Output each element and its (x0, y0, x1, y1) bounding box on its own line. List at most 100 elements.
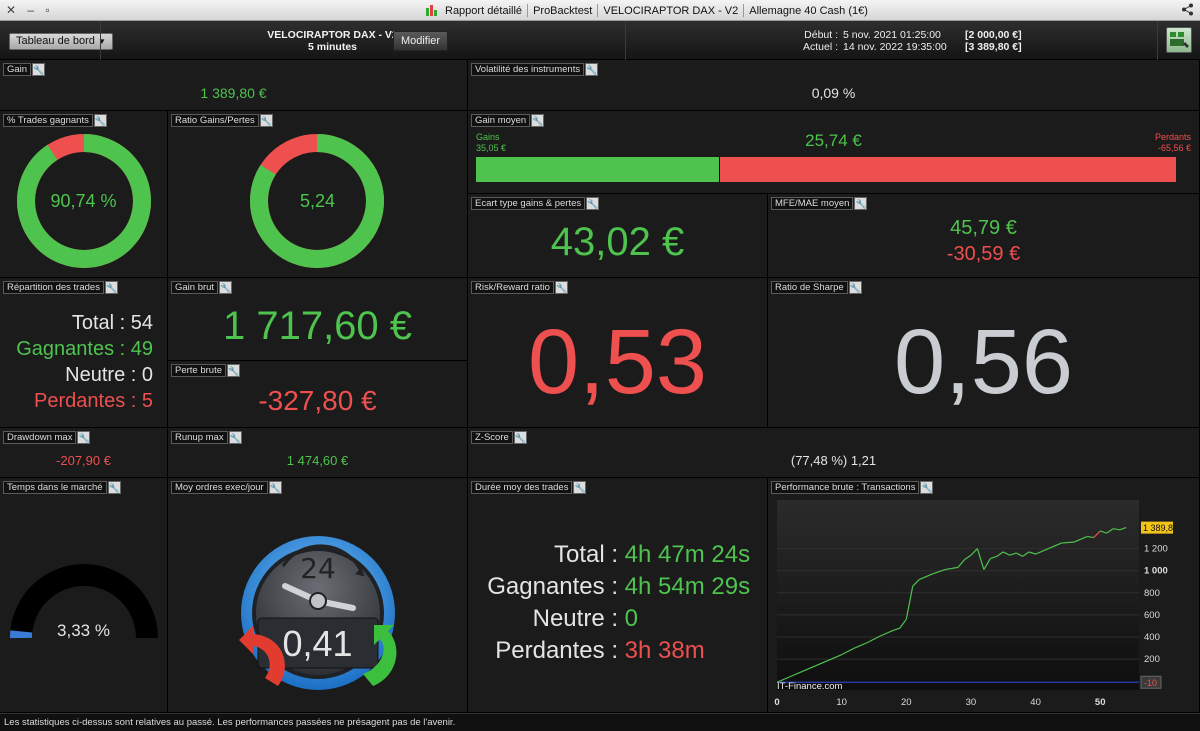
stat-label: Neutre : (532, 605, 618, 632)
wrench-icon[interactable]: 🔧 (259, 114, 273, 127)
wrench-icon[interactable]: 🔧 (268, 481, 282, 494)
wrench-icon[interactable]: 🔧 (573, 481, 587, 494)
wrench-icon[interactable]: 🔧 (104, 281, 118, 294)
panel-header: % Trades gagnants 🔧 (3, 114, 107, 127)
disclaimer-footer: Les statistiques ci-dessus sont relative… (0, 713, 1200, 731)
panel-title: Gain (3, 63, 32, 76)
panel-title: Volatilité des instruments (471, 63, 585, 76)
dashboard-config-icon[interactable] (1166, 27, 1192, 53)
divider (100, 21, 101, 60)
performance-chart[interactable]: 200 400 600 800 1 000 1 200 0 10 20 30 40 50 1 389,8… (768, 478, 1200, 713)
drawdown-panel: Drawdown max 🔧 -207,90 € (0, 428, 168, 478)
modify-button[interactable]: Modifier (393, 31, 448, 51)
panel-title: Drawdown max (3, 431, 77, 444)
stat-label: Gagnantes : (16, 338, 126, 360)
candlestick-icon (425, 4, 439, 17)
panel-header: Volatilité des instruments 🔧 (471, 63, 599, 76)
start-capital: [2 000,00 €] (965, 29, 1022, 41)
wrench-icon[interactable]: 🔧 (854, 197, 868, 210)
report-link[interactable]: Rapport détaillé (445, 5, 522, 17)
share-icon[interactable] (1181, 3, 1194, 19)
dashboard-dropdown[interactable]: Tableau de bord ▼ (9, 33, 113, 50)
y-tick-label: 400 (1144, 632, 1160, 643)
strategy-title: VELOCIRAPTOR DAX - V2 (603, 4, 739, 17)
current-date: 14 nov. 2022 19:35:00 (843, 41, 947, 53)
stat-value: 3h 38m (624, 637, 705, 664)
stat-value: 54 (130, 312, 153, 334)
list-item: Total : 4h 47m 24s (468, 539, 750, 571)
panel-header: Drawdown max 🔧 (3, 431, 91, 444)
watermark: IT-Finance.com (777, 681, 843, 692)
plot-area (777, 500, 1139, 690)
stat-label: Neutre : (65, 364, 137, 386)
list-item: Neutre : 0 (16, 362, 153, 388)
divider (527, 4, 529, 17)
volatility-value: 0,09 % (811, 85, 856, 101)
wrench-icon[interactable]: 🔧 (77, 431, 91, 444)
wrench-icon[interactable]: 🔧 (32, 63, 46, 76)
strategy-timeframe: 5 minutes (307, 41, 357, 53)
x-tick-label: 50 (1095, 697, 1106, 708)
avg-gain-bar-fill (476, 157, 720, 182)
risk-reward-value: 0,53 (527, 311, 708, 413)
report-toolbar: Tableau de bord ▼ VELOCIRAPTOR DAX - V2 … (0, 21, 1200, 60)
wrench-icon[interactable]: 🔧 (228, 431, 242, 444)
panel-header: Ratio Gains/Pertes 🔧 (171, 114, 273, 127)
wrench-icon[interactable]: 🔧 (554, 281, 568, 294)
last-value-label: 1 389,8 (1143, 523, 1173, 533)
panel-title: Ecart type gains & pertes (471, 197, 586, 210)
panel-header: Gain 🔧 (3, 63, 46, 76)
window-controls[interactable]: ✕ – ▫ (6, 3, 54, 17)
start-date: 5 nov. 2021 01:25:00 (843, 29, 941, 41)
wrench-icon[interactable]: 🔧 (513, 431, 527, 444)
runup-panel: Runup max 🔧 1 474,60 € (168, 428, 468, 478)
mfe-value: 45,79 € (950, 217, 1017, 239)
mae-value: -30,59 € (946, 243, 1021, 265)
gross-gain-value: 1 717,60 € (222, 304, 413, 348)
panel-header: Gain brut 🔧 (171, 281, 233, 294)
stat-label: Perdantes : (34, 390, 137, 412)
panel-title: Moy ordres exec/jour (171, 481, 268, 494)
y-tick-label: 600 (1144, 610, 1160, 621)
probacktest-label[interactable]: ProBacktest (533, 5, 592, 17)
current-label: Actuel : (802, 41, 838, 53)
avg-gain-value: 25,74 € (805, 131, 862, 150)
panel-title: MFE/MAE moyen (771, 197, 854, 210)
wrench-icon[interactable]: 🔧 (531, 114, 545, 127)
instrument-title: Allemagne 40 Cash (1€) (749, 4, 868, 17)
gross-loss-panel: Perte brute 🔧 -327,80 € (168, 361, 468, 428)
y-tick-label: 800 (1144, 588, 1160, 599)
stat-value: 5 (141, 390, 153, 412)
stat-label: Perdantes : (495, 637, 618, 664)
wrench-icon[interactable]: 🔧 (586, 197, 600, 210)
time-in-market-panel: Temps dans le marché 🔧 3,33 % (0, 478, 168, 713)
trade-distribution-list: Total : 54 Gagnantes : 49 Neutre : 0 Per… (16, 310, 153, 414)
window-titlebar: ✕ – ▫ Rapport détaillé ProBacktest VELOC… (0, 0, 1200, 21)
y-tick-label: 1 000 (1144, 566, 1168, 577)
x-tick-label: 40 (1030, 697, 1041, 708)
start-label: Début : (804, 29, 838, 41)
panel-header: Z-Score 🔧 (471, 431, 527, 444)
gross-loss-value: -327,80 € (258, 385, 377, 416)
orders-per-day-value: 0,41 (282, 623, 353, 664)
panel-title: Durée moy des trades (471, 481, 573, 494)
panel-title: Ratio de Sharpe (771, 281, 848, 294)
date-range: Début :5 nov. 2021 01:25:00 [2 000,00 €] … (780, 29, 1022, 53)
x-tick-label: 20 (901, 697, 912, 708)
list-item: Perdantes : 3h 38m (468, 635, 750, 667)
wrench-icon[interactable]: 🔧 (848, 281, 862, 294)
strategy-info: VELOCIRAPTOR DAX - V2 5 minutes (255, 29, 410, 53)
dashboard-label: Tableau de bord (16, 35, 95, 47)
list-item: Gagnantes : 49 (16, 336, 153, 362)
x-tick-label: 30 (966, 697, 977, 708)
wrench-icon[interactable]: 🔧 (107, 481, 121, 494)
wrench-icon[interactable]: 🔧 (93, 114, 107, 127)
wrench-icon[interactable]: 🔧 (227, 364, 240, 377)
clock-gauge-icon: 24 (239, 536, 397, 690)
panel-header: Gain moyen 🔧 (471, 114, 545, 127)
wrench-icon[interactable]: 🔧 (585, 63, 599, 76)
wrench-icon[interactable]: 🔧 (219, 281, 233, 294)
stat-label: Total : (71, 312, 126, 334)
stat-label: Total : (553, 541, 618, 568)
gain-panel: Gain 🔧 1 389,80 € (0, 60, 468, 111)
